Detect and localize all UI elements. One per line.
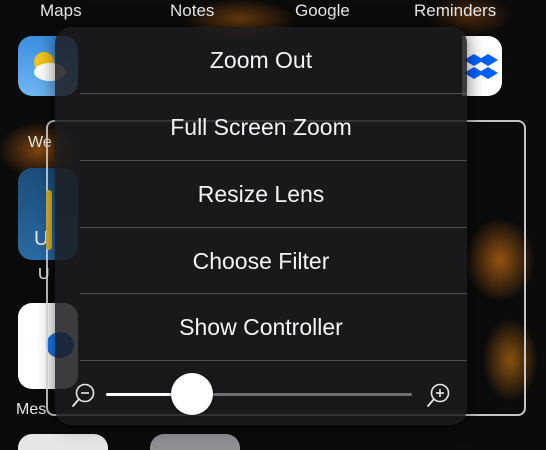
app-label-maps[interactable]: Maps [40,1,82,21]
zoom-in-magnifier-icon[interactable] [425,381,453,409]
zoom-out-magnifier-icon[interactable] [70,381,98,409]
choose-filter-label: Choose Filter [192,247,330,274]
menu-divider [80,360,467,361]
full-screen-zoom-menu-item[interactable]: Full Screen Zoom [55,94,467,160]
slider-track-empty [191,393,412,396]
app-label-notes[interactable]: Notes [170,1,214,21]
zoom-out-label: Zoom Out [209,46,313,73]
app-label-google[interactable]: Google [295,1,350,21]
zoom-out-menu-item[interactable]: Zoom Out [55,27,467,93]
bottom-app-icon-left[interactable] [18,434,108,450]
zoom-menu: Zoom Out Full Screen Zoom Resize Lens Ch… [55,27,467,425]
dropbox-box-icon [464,54,498,79]
slider-thumb[interactable] [170,373,213,415]
dropbox-app-icon[interactable] [462,36,502,96]
app-label-reminders[interactable]: Reminders [414,1,496,21]
full-screen-zoom-label: Full Screen Zoom [170,113,352,140]
bottom-app-icon-settings[interactable] [150,434,240,450]
show-controller-label: Show Controller [179,313,343,340]
zoom-lens-handle[interactable] [46,190,52,250]
zoom-level-slider[interactable] [55,365,467,425]
resize-lens-menu-item[interactable]: Resize Lens [55,161,467,227]
home-screen: Maps Notes Google Reminders We U U Mes Z [0,0,546,450]
show-controller-menu-item[interactable]: Show Controller [55,294,467,360]
resize-lens-label: Resize Lens [197,180,325,207]
messenger-app-partial-label: Mes [16,401,47,418]
choose-filter-menu-item[interactable]: Choose Filter [55,228,467,294]
